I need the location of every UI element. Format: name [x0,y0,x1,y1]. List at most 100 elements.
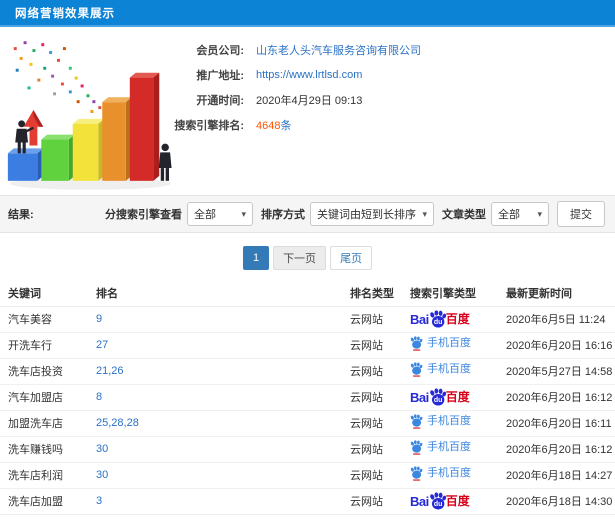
update-time-cell: 2020年6月5日 11:24 [498,306,615,333]
svg-text:du: du [434,501,442,508]
keyword-cell: 加盟洗车店 [0,410,88,437]
rank-cell: 21,26 [88,358,342,385]
engine-cell: 手机百度 [402,358,498,385]
confetti-dots [13,41,114,121]
member-company-label: 会员公司: [196,44,244,57]
svg-text:du: du [434,319,442,326]
baidu-paw-icon [410,414,423,429]
baidu-mobile-logo: 手机百度 [410,362,471,377]
keyword-cell: 汽车美容 [0,306,88,333]
last-page-button[interactable]: 尾页 [330,246,373,270]
sort-selected-value: 关键词由短到长排序 [317,209,416,221]
rank-cell: 25,28,28 [88,410,342,437]
field-open-time: 开通时间: 2020年4月29日 09:13 [168,87,598,112]
rank-cell: 27 [88,332,342,359]
bar-orange [102,97,132,181]
baidu-paw-icon [410,336,423,351]
table-row: 洗车店加盟 3 云网站 Bai du 百度 2020年6月18日 14:30 [0,488,615,515]
baidu-paw-icon: du [429,310,446,328]
baidu-paw-icon: du [429,388,446,406]
engine-rank-label: 搜索引擎排名: [174,119,244,132]
update-time-cell: 2020年6月20日 16:12 [498,436,615,463]
engine-cell: 手机百度 [402,332,498,359]
rank-type-cell: 云网站 [342,306,402,333]
baidu-mobile-logo: 手机百度 [410,336,471,351]
update-time-cell: 2020年6月18日 14:30 [498,488,615,515]
table-row: 汽车加盟店 8 云网站 Bai du 百度 2020年6月20日 16:12 [0,384,615,411]
svg-text:du: du [434,397,442,404]
engine-cell: 手机百度 [402,436,498,463]
article-type-select[interactable]: 全部 ▾ [491,202,549,226]
results-table-body: 汽车美容 9 云网站 Bai du 百度 2020年6月5日 11:24 开洗车行 27 云网… [0,306,615,515]
rank-cell: 30 [88,462,342,489]
rank-type-cell: 云网站 [342,410,402,437]
baidu-hanzi-text: 百度 [445,390,470,404]
filter-bar: 结果: 分搜索引擎查看 全部 ▾ 排序方式 关键词由短到长排序 ▾ 文章类型 全… [0,195,615,233]
result-label: 结果: [8,209,34,221]
field-member-company: 会员公司: 山东老人头汽车服务咨询有限公司 [168,37,598,62]
promo-url-label: 推广地址: [196,69,244,82]
engine-cell: Bai du 百度 [402,384,498,411]
table-row: 洗车店投资 21,26 云网站 手机百度 2020年5月27日 14:58 [0,358,615,385]
account-info-panel: 会员公司: 山东老人头汽车服务咨询有限公司 推广地址: https://www.… [0,29,615,193]
open-time-label: 开通时间: [196,94,244,107]
baidu-paw-icon [410,466,423,481]
engine-cell: Bai du 百度 [402,488,498,515]
pagination: 1 下一页 尾页 [0,246,615,270]
table-row: 开洗车行 27 云网站 手机百度 2020年6月20日 16:16 [0,332,615,359]
rank-type-cell: 云网站 [342,462,402,489]
col-rank-type: 排名类型 [342,280,402,307]
baidu-mobile-label: 手机百度 [427,415,471,427]
dropdown-caret-icon: ▾ [537,208,542,219]
engine-filter-select[interactable]: 全部 ▾ [187,202,253,226]
dropdown-caret-icon: ▾ [422,208,427,219]
col-rank: 排名 [88,280,342,307]
keyword-cell: 洗车赚钱吗 [0,436,88,463]
engine-cell: 手机百度 [402,462,498,489]
baidu-bai-text: Bai [410,311,429,327]
page-1-button[interactable]: 1 [242,246,270,270]
article-type-label: 文章类型 [442,209,486,221]
keyword-cell: 洗车店加盟 [0,488,88,515]
dropdown-caret-icon: ▾ [241,208,246,219]
baidu-mobile-label: 手机百度 [427,363,471,375]
rank-cell: 3 [88,488,342,515]
promo-url-link[interactable]: https://www.lrtlsd.com [256,69,362,81]
engine-rank-value: 4648条 [256,117,291,133]
keyword-cell: 洗车店投资 [0,358,88,385]
baidu-mobile-logo: 手机百度 [410,414,471,429]
businessman-right [158,143,172,181]
col-engine-type: 搜索引擎类型 [402,280,498,307]
rank-type-cell: 云网站 [342,436,402,463]
update-time-cell: 2020年5月27日 14:58 [498,358,615,385]
baidu-mobile-label: 手机百度 [427,441,471,453]
keyword-cell: 开洗车行 [0,332,88,359]
member-company-link[interactable]: 山东老人头汽车服务咨询有限公司 [256,42,421,58]
field-engine-rank-count: 搜索引擎排名: 4648条 [168,112,598,137]
results-table: 关键词 排名 排名类型 搜索引擎类型 最新更新时间 汽车美容 9 云网站 Bai du… [0,280,615,515]
col-update-time: 最新更新时间 [498,280,615,307]
rank-cell: 8 [88,384,342,411]
rank-type-cell: 云网站 [342,488,402,515]
account-fields: 会员公司: 山东老人头汽车服务咨询有限公司 推广地址: https://www.… [168,37,598,137]
update-time-cell: 2020年6月18日 14:27 [498,462,615,489]
submit-button[interactable]: 提交 [557,201,605,227]
baidu-pc-logo: Bai du 百度 [410,310,470,328]
bar-yellow [72,118,105,181]
rank-type-cell: 云网站 [342,384,402,411]
baidu-mobile-logo: 手机百度 [410,466,471,481]
baidu-pc-logo: Bai du 百度 [410,388,470,406]
bar-red [129,72,160,181]
table-row: 洗车店利润 30 云网站 手机百度 2020年6月18日 14:27 [0,462,615,489]
sort-select[interactable]: 关键词由短到长排序 ▾ [310,202,434,226]
baidu-bai-text: Bai [410,389,429,405]
table-row: 洗车赚钱吗 30 云网站 手机百度 2020年6月20日 16:12 [0,436,615,463]
keyword-cell: 洗车店利润 [0,462,88,489]
baidu-paw-icon [410,440,423,455]
growth-chart-illustration-image [7,41,172,190]
rank-count-unit[interactable]: 条 [280,120,291,132]
page-title: 网络营销效果展示 [15,7,115,20]
app-header: 网络营销效果展示 [0,0,615,27]
update-time-cell: 2020年6月20日 16:16 [498,332,615,359]
next-page-button[interactable]: 下一页 [273,246,327,270]
